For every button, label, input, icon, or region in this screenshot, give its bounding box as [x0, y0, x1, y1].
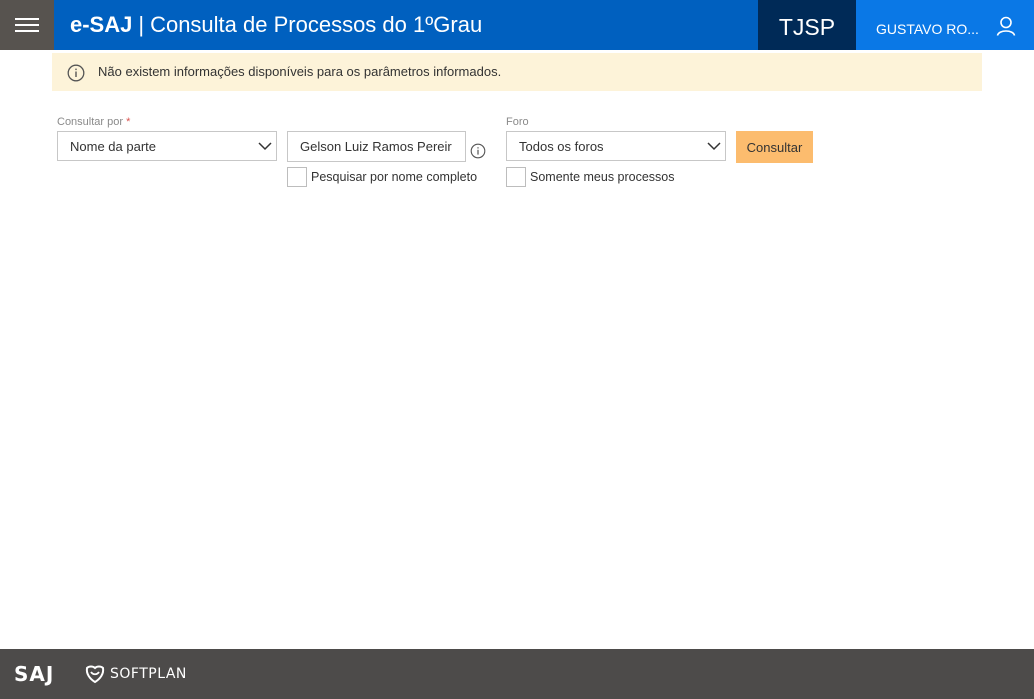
- info-circle-icon[interactable]: [470, 143, 486, 159]
- footer: SAJ SOFTPLAN: [0, 649, 1034, 699]
- softplan-logo-icon: [85, 665, 105, 684]
- meus-processos-checkbox[interactable]: [506, 167, 526, 187]
- foro-value: Todos os foros: [519, 139, 604, 154]
- foro-select[interactable]: Todos os foros: [506, 131, 726, 161]
- search-input[interactable]: [287, 131, 466, 162]
- chevron-down-icon: [258, 142, 272, 151]
- info-circle-icon: [67, 64, 85, 82]
- alert-message: Não existem informações disponíveis para…: [98, 64, 502, 79]
- app-title: e-SAJ | Consulta de Processos do 1ºGrau: [70, 0, 482, 50]
- info-alert: Não existem informações disponíveis para…: [52, 53, 982, 91]
- required-mark: *: [126, 116, 131, 128]
- user-name: GUSTAVO RO...: [876, 21, 979, 37]
- hamburger-icon-line-1: [15, 18, 39, 20]
- saj-logo: SAJ: [14, 662, 55, 686]
- user-menu[interactable]: GUSTAVO RO...: [856, 0, 1034, 50]
- meus-processos-label[interactable]: Somente meus processos: [530, 170, 675, 184]
- menu-button[interactable]: [0, 0, 54, 50]
- page-title: Consulta de Processos do 1ºGrau: [150, 12, 483, 37]
- foro-label: Foro: [506, 116, 529, 128]
- title-separator: |: [138, 12, 145, 37]
- consultar-por-label: Consultar por *: [57, 116, 130, 128]
- hamburger-icon-line-2: [15, 24, 39, 26]
- consultar-por-select[interactable]: Nome da parte: [57, 131, 277, 161]
- full-name-checkbox[interactable]: [287, 167, 307, 187]
- brand-name: e-SAJ: [70, 12, 133, 37]
- chevron-down-icon: [707, 142, 721, 151]
- full-name-label[interactable]: Pesquisar por nome completo: [311, 170, 477, 184]
- consultar-button[interactable]: Consultar: [736, 131, 813, 163]
- consultar-por-label-text: Consultar por: [57, 116, 124, 128]
- consultar-por-value: Nome da parte: [70, 139, 156, 154]
- hamburger-icon-line-3: [15, 30, 39, 32]
- user-icon: [996, 16, 1016, 36]
- softplan-logo-text: SOFTPLAN: [110, 666, 187, 682]
- court-badge: TJSP: [758, 0, 856, 50]
- top-header: e-SAJ | Consulta de Processos do 1ºGrau TJ…: [0, 0, 1034, 50]
